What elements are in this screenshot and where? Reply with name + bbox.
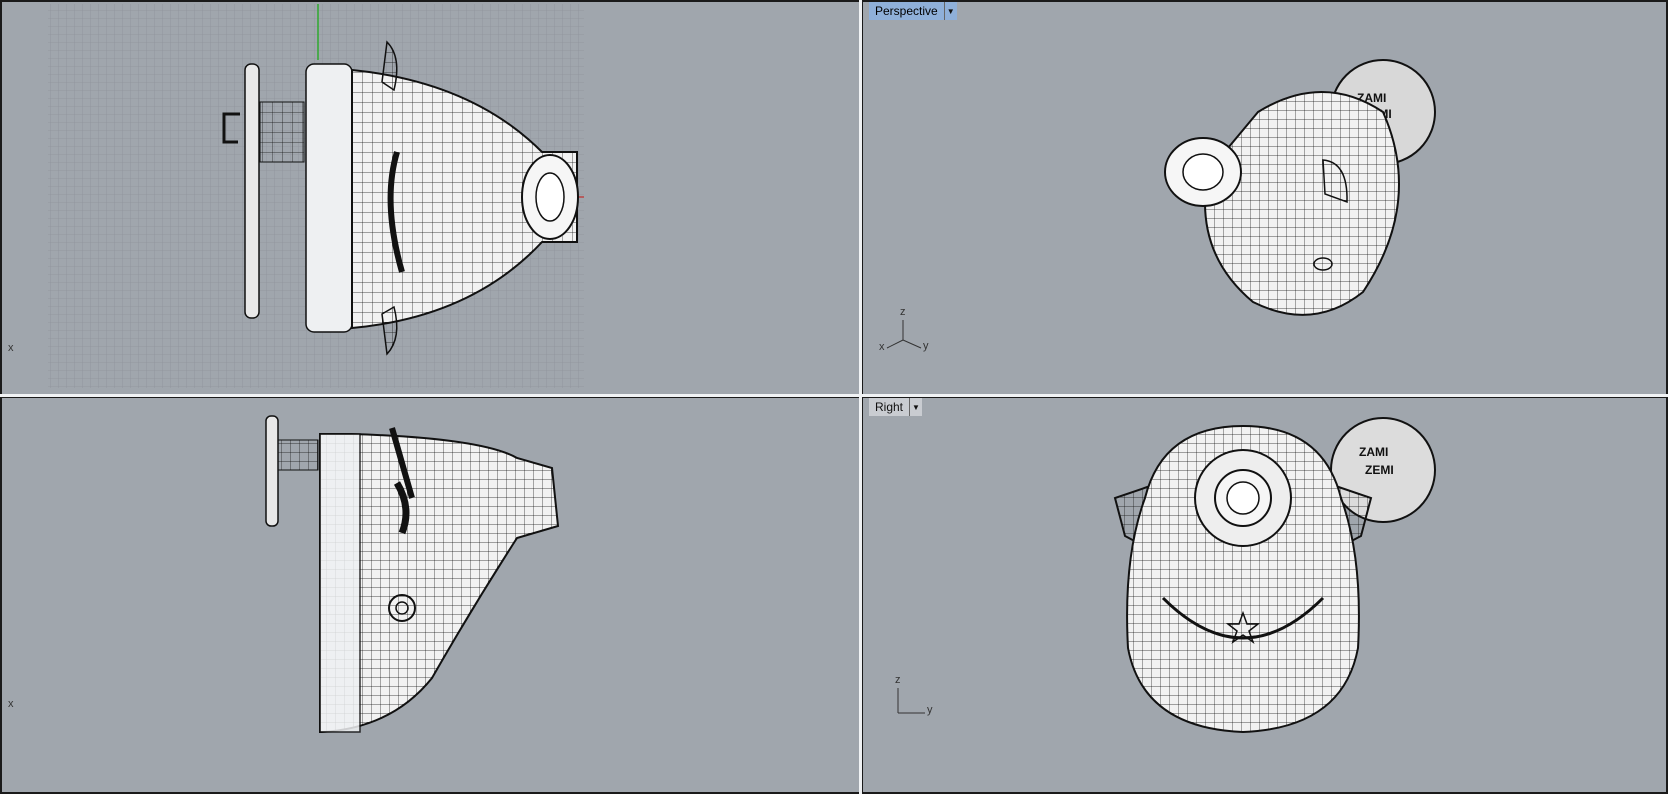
axis-y-label: y [923,340,929,352]
axis-x-label: x [8,698,14,710]
axis-z-label: z [900,306,906,318]
front-view-scene [48,4,584,388]
viewport-perspective[interactable]: Perspective ▼ ZAMI ZEMI [861,0,1668,396]
top-view-scene [265,415,560,733]
right-view-scene: ZAMI ZEMI [897,417,1436,734]
axis-gizmo [897,688,925,714]
viewport-front[interactable]: x [0,0,861,396]
viewport-splitter-vertical[interactable] [859,0,862,794]
viewport-splitter-horizontal[interactable] [0,394,1668,397]
axis-y-label: y [927,704,933,716]
viewport-right[interactable]: Right ▼ ZAMI ZEMI z y [861,396,1668,794]
axis-gizmo [886,320,922,349]
model-perspective: ZAMI ZEMI [1164,59,1436,316]
axis-x-label: x [879,341,885,353]
emblem-text-2: ZEMI [1365,463,1394,477]
axis-x-label: x [8,342,14,354]
perspective-scene: ZAMI ZEMI [886,59,1436,349]
rhino-workspace: x Perspective ▼ ZAMI ZEMI [0,0,1668,794]
emblem-text-1: ZAMI [1359,445,1388,459]
model-top [265,415,560,733]
viewport-top[interactable]: x [0,396,861,794]
axis-z-label: z [895,674,901,686]
model-right: ZAMI ZEMI [1113,417,1436,734]
